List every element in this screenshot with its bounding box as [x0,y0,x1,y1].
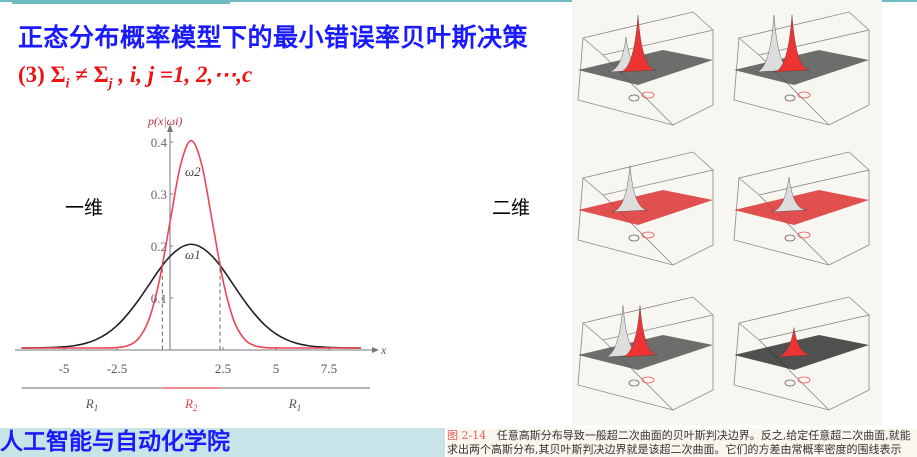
series-label-omega2: ω2 [185,164,201,179]
contour-ellipse [628,234,640,242]
formula-prefix: (3) Σ [18,62,66,87]
y-tick-label: 0.4 [151,135,168,150]
surface-box-top [582,151,714,196]
footer-school-name: 人工智能与自动化学院 [0,429,230,455]
contour-ellipse [784,234,796,242]
y-axis-label: p(x|ωi) [147,114,182,128]
series-label-omega1: ω1 [185,247,201,262]
one-dim-density-chart: xp(x|ωi)-5 -2.5 2.5 5 7.50.10.20.30.4ω2ω1R1 R… [15,114,387,413]
caption-figure-number: 图 2-14 [447,429,487,442]
two-dim-surface-panels [577,11,870,411]
caption-line-2: 求出两个高斯分布,其贝叶斯判决边界就是该超二次曲面。它们的方差由常概率密度的围线… [447,443,902,456]
region-label: R1 [85,396,98,413]
caption-line-1: 任意高斯分布导致一般超二次曲面的贝叶斯判决边界。反之,给定任意超二次曲面,就能 [496,429,911,442]
contour-ellipse [628,94,640,102]
contour-ellipse [641,376,655,384]
contour-ellipse [784,94,796,102]
contour-ellipse [784,379,796,387]
region-label: R1 [288,396,301,413]
x-tick-label: 5 [273,361,280,376]
formula-neq: ≠ Σ [69,62,109,87]
x-axis-arrow [372,347,379,353]
formula: (3) Σi ≠ Σj , i, j =1, 2,⋯,c [18,62,252,93]
x-tick-label: -2.5 [107,361,128,376]
y-tick-label: 0.3 [151,187,167,202]
top-accent-bar [12,0,230,4]
formula-rest: , i, j =1, 2,⋯,c [112,62,253,87]
surface-box-top [738,151,870,196]
contour-ellipse [641,91,655,99]
x-tick-label: 2.5 [215,361,231,376]
contour-ellipse [641,231,655,239]
surface-box-top [738,11,870,56]
contour-ellipse [797,91,811,99]
region-label: R2 [184,396,198,413]
slide-title: 正态分布概率模型下的最小错误率贝叶斯决策 [18,23,529,52]
x-axis-label: x [380,343,387,357]
contour-ellipse [797,231,811,239]
figure-caption: 图 2-14 任意高斯分布导致一般超二次曲面的贝叶斯判决边界。反之,给定任意超二… [447,429,917,457]
two-dim-label: 二维 [492,197,531,219]
surface-plane [578,190,713,225]
x-tick-label: -5 [59,361,70,376]
one-dim-label: 一维 [65,197,104,219]
surface-box-top [738,296,870,341]
surface-plane [734,190,869,225]
surface-box-top [582,11,714,56]
surface-box-top [582,296,714,341]
contour-ellipse [797,376,811,384]
contour-ellipse [628,379,640,387]
x-tick-label: 7.5 [321,361,337,376]
